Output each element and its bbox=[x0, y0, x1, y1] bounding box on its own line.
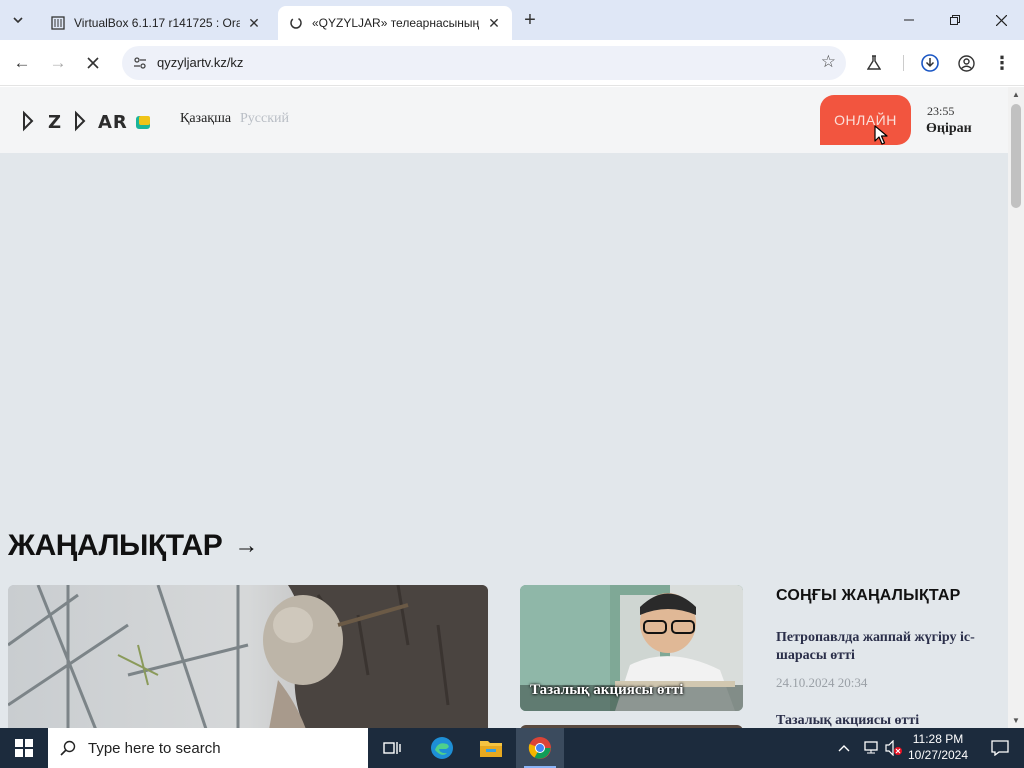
scroll-up-icon[interactable]: ▲ bbox=[1012, 90, 1020, 99]
network-icon bbox=[864, 741, 878, 754]
mouse-pointer-icon bbox=[874, 125, 888, 145]
online-live-button[interactable]: ОНЛАЙН bbox=[820, 95, 911, 145]
featured-news-image[interactable] bbox=[8, 585, 488, 728]
arrow-right-icon: → bbox=[234, 532, 258, 559]
latest-news-panel: СОҢҒЫ ЖАҢАЛЫҚТАР Петропавлда жаппай жүгі… bbox=[776, 587, 996, 728]
downloads-button[interactable] bbox=[916, 49, 944, 77]
restore-button[interactable] bbox=[932, 0, 978, 40]
volume-muted-icon bbox=[885, 740, 902, 756]
news-section-title[interactable]: ЖАҢАЛЫҚТАР → bbox=[8, 529, 258, 563]
stop-loading-button[interactable] bbox=[79, 49, 107, 77]
windows-taskbar: Type here to search 11:28 PM 10/27/2024 bbox=[0, 728, 1024, 768]
taskbar-date: 10/27/2024 bbox=[907, 748, 969, 762]
taskbar-chrome[interactable] bbox=[516, 728, 564, 768]
back-button[interactable]: ← bbox=[8, 49, 36, 77]
squirrel-on-tree-image bbox=[8, 585, 488, 728]
browser-tabstrip: VirtualBox 6.1.17 r141725 : Oracle ✕ «QY… bbox=[0, 0, 1024, 40]
new-tab-button[interactable]: + bbox=[518, 8, 542, 32]
flask-icon bbox=[867, 55, 881, 70]
download-icon bbox=[921, 54, 939, 72]
site-settings-icon[interactable] bbox=[128, 51, 152, 75]
show-hidden-icons-button[interactable] bbox=[838, 728, 850, 768]
task-view-button[interactable] bbox=[368, 728, 416, 768]
url-text: qyzyljartv.kz/kz bbox=[157, 55, 244, 70]
current-time: 23:55 bbox=[927, 104, 955, 118]
volume-tray-button[interactable] bbox=[885, 728, 903, 768]
news-section-label: ЖАҢАЛЫҚТАР bbox=[8, 529, 223, 562]
labs-button[interactable] bbox=[860, 49, 888, 77]
taskbar-file-explorer[interactable] bbox=[467, 728, 515, 768]
minimize-icon bbox=[904, 19, 914, 21]
web-page: Z AR Қазақша Русский ОНЛАЙН 23:55 Өңiран… bbox=[0, 87, 1008, 728]
bookmark-star-icon[interactable]: ☆ bbox=[821, 52, 836, 72]
news-card[interactable]: Тазалық акциясы өтті bbox=[520, 585, 743, 711]
tab-title: «QYZYLJAR» телеарнасының ресми bbox=[312, 16, 480, 30]
language-russian-link[interactable]: Русский bbox=[240, 111, 289, 127]
region-menu-link[interactable]: Өңiран bbox=[926, 121, 972, 137]
address-bar[interactable]: qyzyljartv.kz/kz ☆ bbox=[122, 46, 846, 80]
qyzyljar-logo-icon: Z AR bbox=[23, 110, 150, 133]
taskbar-clock[interactable]: 11:28 PM 10/27/2024 bbox=[904, 731, 972, 763]
scroll-down-icon[interactable]: ▼ bbox=[1012, 716, 1020, 725]
forward-button[interactable]: → bbox=[44, 49, 72, 77]
taskbar-search-placeholder: Type here to search bbox=[88, 739, 221, 757]
start-button[interactable] bbox=[0, 728, 48, 768]
site-header: Z AR Қазақша Русский ОНЛАЙН 23:55 Өңiран bbox=[0, 87, 1008, 153]
tab-qyzyljar[interactable]: «QYZYLJAR» телеарнасының ресми ✕ bbox=[278, 6, 512, 40]
action-center-button[interactable] bbox=[980, 728, 1020, 768]
qyzyljar-favicon-icon bbox=[288, 15, 304, 31]
tab-close-icon[interactable]: ✕ bbox=[246, 15, 262, 31]
chrome-icon bbox=[528, 737, 551, 759]
language-kazakh-link[interactable]: Қазақша bbox=[180, 111, 231, 127]
close-icon bbox=[87, 57, 99, 69]
browser-toolbar: ← → qyzyljartv.kz/kz ☆ ⋮ bbox=[0, 40, 1024, 86]
notification-icon bbox=[991, 740, 1009, 756]
profile-icon bbox=[957, 54, 975, 72]
tab-search-button[interactable] bbox=[6, 8, 30, 32]
profile-button[interactable] bbox=[952, 49, 980, 77]
restore-icon bbox=[950, 15, 960, 25]
arrow-right-icon: → bbox=[49, 53, 67, 72]
tab-virtualbox[interactable]: VirtualBox 6.1.17 r141725 : Oracle ✕ bbox=[40, 6, 272, 40]
close-window-button[interactable] bbox=[978, 0, 1024, 40]
latest-news-item-title[interactable]: Петропавлда жаппай жүгіру іс-шарасы өтті bbox=[776, 629, 996, 665]
folder-icon bbox=[480, 741, 502, 757]
more-vertical-icon: ⋮ bbox=[993, 52, 1011, 73]
taskbar-search-box[interactable]: Type here to search bbox=[48, 728, 368, 768]
toolbar-divider bbox=[903, 55, 904, 71]
tab-close-icon[interactable]: ✕ bbox=[486, 15, 502, 31]
chevron-up-icon bbox=[838, 745, 850, 752]
taskbar-edge[interactable] bbox=[418, 728, 466, 768]
network-tray-button[interactable] bbox=[862, 728, 880, 768]
svg-text:AR: AR bbox=[98, 112, 128, 133]
scrollbar-thumb[interactable] bbox=[1011, 104, 1021, 208]
site-logo[interactable]: Z AR bbox=[18, 107, 150, 135]
tab-title: VirtualBox 6.1.17 r141725 : Oracle bbox=[74, 16, 240, 30]
latest-news-heading: СОҢҒЫ ЖАҢАЛЫҚТАР bbox=[776, 587, 961, 604]
minimize-button[interactable] bbox=[886, 0, 932, 40]
windows-logo-icon bbox=[15, 739, 33, 757]
chevron-down-icon bbox=[13, 17, 23, 24]
news-card-caption: Тазалық акциясы өтті bbox=[530, 682, 684, 698]
task-view-icon bbox=[383, 742, 401, 754]
page-scrollbar[interactable]: ▲ ▼ bbox=[1008, 87, 1024, 728]
latest-news-item-date: 24.10.2024 20:34 bbox=[776, 675, 868, 690]
latest-news-item-title[interactable]: Тазалық акциясы өтті bbox=[776, 713, 996, 728]
virtualbox-favicon-icon bbox=[50, 15, 66, 31]
close-icon bbox=[995, 14, 1007, 26]
menu-button[interactable]: ⋮ bbox=[988, 49, 1016, 77]
arrow-left-icon: ← bbox=[13, 53, 31, 72]
svg-text:Z: Z bbox=[48, 112, 62, 133]
search-icon bbox=[48, 740, 88, 756]
taskbar-time: 11:28 PM bbox=[912, 732, 964, 746]
edge-icon bbox=[431, 737, 453, 759]
